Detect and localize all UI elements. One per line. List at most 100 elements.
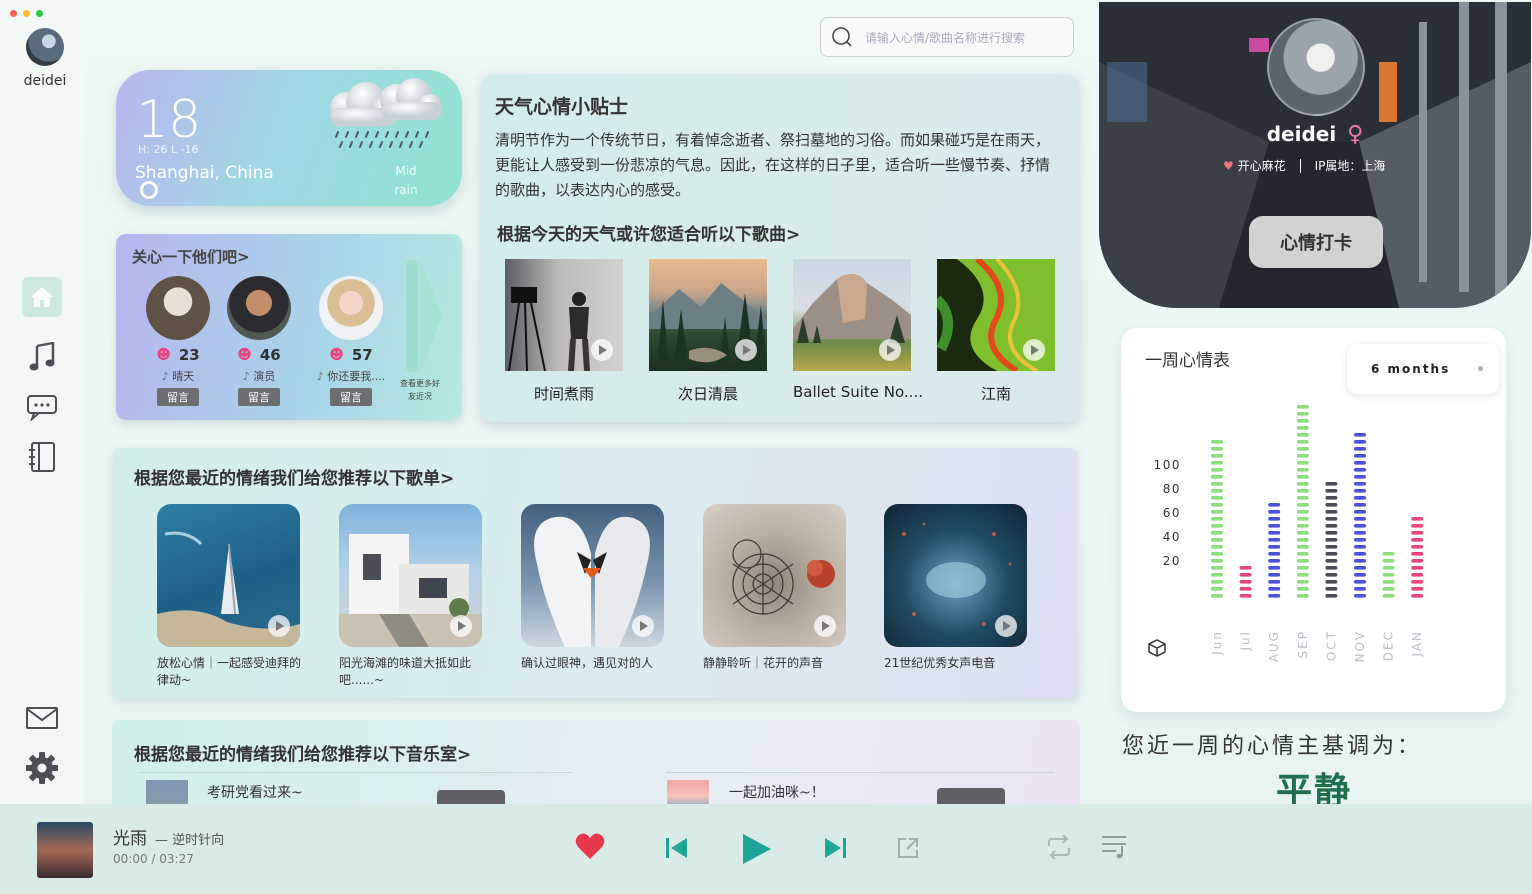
friend-avatar[interactable] [227,276,291,340]
play-icon[interactable] [591,339,613,361]
music-note-icon: ♪ [242,370,254,383]
y-tick-label: 100 [1154,458,1181,472]
nav-chat[interactable] [22,387,62,427]
leave-message-button[interactable]: 留言 [330,388,372,406]
song-title: 江南 [980,385,1011,403]
mood-bar-SEP[interactable] [1296,405,1309,598]
nav-home[interactable] [22,277,62,317]
weather-songs-heading[interactable]: 根据今天的天气或许您适合听以下歌曲> [497,220,800,245]
playlist-cover[interactable] [703,504,846,647]
y-tick-label: 80 [1163,482,1181,496]
song-card[interactable]: 江南 [937,259,1055,404]
playlist-card[interactable]: 21世纪优秀女声电音 [884,504,1034,672]
profile-avatar[interactable] [1267,18,1365,116]
song-title: Ballet Suite No.... [793,383,923,401]
gear-icon [26,752,58,784]
next-button[interactable] [823,836,847,860]
leave-message-button[interactable]: 留言 [238,388,280,406]
friends-card-title[interactable]: 关心一下他们吧> [132,246,250,267]
play-icon[interactable] [268,615,290,637]
playlists-heading[interactable]: 根据您最近的情绪我们给您推荐以下歌单> [134,464,454,489]
mood-face-icon: ☻ [237,347,252,363]
song-cover[interactable] [649,259,767,371]
search-input[interactable]: 请输入心情/歌曲名称进行搜索 [865,29,1025,46]
mood-bar-NOV[interactable] [1354,433,1366,598]
mood-bar-Jun[interactable] [1211,440,1223,598]
play-icon[interactable] [814,615,836,637]
x-tick-label: DEC [1382,630,1396,661]
playlist-cover[interactable] [157,504,300,647]
mood-bar-JAN[interactable] [1411,517,1424,598]
play-button[interactable] [741,832,773,866]
song-cover[interactable] [793,259,911,371]
now-playing-info: 光雨 — 逆时针向 [113,824,224,849]
divider [666,772,1054,773]
nav-mail[interactable] [22,698,62,738]
avatar[interactable] [26,28,64,66]
friend-song: 你还要我.... [327,370,386,383]
playlist-cover[interactable] [884,504,1027,647]
username: deidei [23,73,67,89]
mood-bar-DEC[interactable] [1382,552,1395,598]
cube-icon[interactable] [1147,638,1167,658]
mood-bar-Jul[interactable] [1239,566,1252,598]
profile-ip: IP属地：上海 [1314,159,1386,173]
playlist-card[interactable]: 确认过眼神，遇见对的人 [521,504,671,672]
nav-music[interactable] [22,337,62,377]
play-icon [743,834,771,864]
song-card[interactable]: 时间煮雨 [505,259,623,404]
play-icon[interactable] [632,615,654,637]
song-card[interactable]: Ballet Suite No.... [793,259,923,401]
minimize-window-button[interactable] [23,10,30,17]
like-button[interactable] [575,832,605,860]
heart-icon: ♥ [1223,159,1234,173]
song-cover[interactable] [937,259,1055,371]
play-icon[interactable] [735,339,757,361]
mood-bar-OCT[interactable] [1325,482,1338,598]
playlist-card[interactable]: 阳光海滩的味道大抵如此吧......~ [339,504,489,689]
previous-button[interactable] [665,836,689,860]
mood-bar-AUG[interactable] [1268,503,1281,598]
music-note-icon [29,342,55,371]
leave-message-button[interactable]: 留言 [157,388,199,406]
maximize-window-button[interactable] [36,10,43,17]
now-playing-cover[interactable] [37,822,93,878]
friend-mood-score: 23 [178,346,200,364]
playlist-card[interactable]: 静静聆听｜花开的声音 [703,504,853,672]
search-bar[interactable]: 请输入心情/歌曲名称进行搜索 [820,17,1074,57]
mail-icon [26,707,58,729]
search-icon[interactable] [831,26,853,48]
friend-mood-score: 57 [351,346,373,364]
location-ring-icon [140,181,158,199]
profile-name: deidei [1266,122,1337,146]
friend-avatar[interactable] [146,276,210,340]
rain-cloud-icon [330,78,442,148]
close-window-button[interactable] [10,10,17,17]
nav-notebook[interactable] [22,437,62,477]
playlist-cover[interactable] [339,504,482,647]
play-icon[interactable] [995,615,1017,637]
nav-settings[interactable] [22,748,62,788]
friend-avatar[interactable] [319,276,383,340]
repeat-button[interactable] [1045,834,1073,860]
home-icon [31,287,53,307]
playlist-cover[interactable] [521,504,664,647]
music-rooms-heading[interactable]: 根据您最近的情绪我们给您推荐以下音乐室> [134,740,471,765]
play-icon[interactable] [450,615,472,637]
female-gender-icon: ♀ [1347,122,1364,147]
song-card[interactable]: 次日清晨 [649,259,767,404]
mood-summary-label: 您近一周的心情主基调为： [1122,734,1423,759]
playlist-card[interactable]: 放松心情｜一起感受迪拜的律动~ [157,504,307,689]
play-icon[interactable] [879,339,901,361]
playlist-queue-button[interactable] [1100,834,1128,860]
share-button[interactable] [896,836,920,860]
friend-item: ☻ 23 ♪ 晴天 留言 [138,276,218,406]
more-friends-link[interactable]: 查看更多好友近况 [398,377,442,403]
mood-checkin-button[interactable]: 心情打卡 [1249,216,1383,268]
y-tick-label: 40 [1163,530,1181,544]
song-cover[interactable] [505,259,623,371]
chat-icon [27,395,57,421]
track-artist: — 逆时针向 [155,833,225,848]
play-icon[interactable] [1023,339,1045,361]
chevron-right-icon[interactable] [406,260,442,372]
